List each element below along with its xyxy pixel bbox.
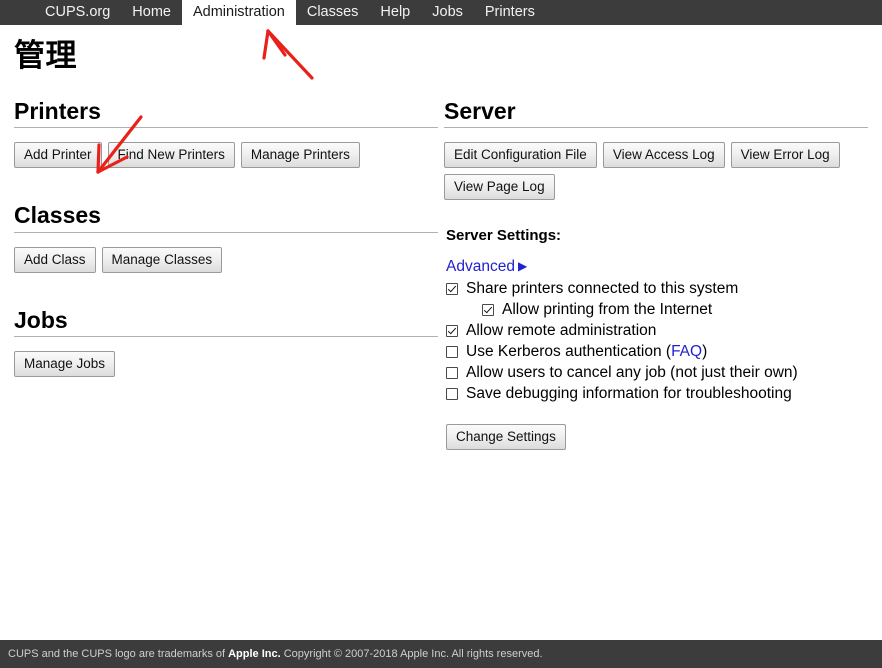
footer: CUPS and the CUPS logo are trademarks of…	[0, 640, 882, 668]
change-settings-row: Change Settings	[446, 424, 868, 451]
nav-item-classes[interactable]: Classes	[296, 0, 370, 25]
spacer-printers-classes	[14, 168, 438, 202]
nav-item-administration[interactable]: Administration	[181, 0, 296, 25]
setting-use-kerberos-suffix: )	[702, 343, 708, 361]
page-title: 管理	[14, 38, 77, 73]
setting-allow-remote-administration-label: Allow remote administration	[466, 322, 657, 340]
manage-classes-button[interactable]: Manage Classes	[101, 246, 223, 273]
setting-share-printers-label: Share printers connected to this system	[466, 280, 739, 298]
setting-use-kerberos-text: Use Kerberos authentication (	[466, 343, 672, 361]
nav-item-help[interactable]: Help	[369, 0, 421, 25]
spacer-server-settings	[444, 200, 868, 226]
checkbox-use-kerberos[interactable]	[446, 346, 458, 359]
jobs-button-row: Manage Jobs	[14, 351, 438, 378]
right-column: Server Edit Configuration File View Acce…	[444, 97, 868, 451]
chevron-right-icon[interactable]: ▶	[518, 259, 527, 273]
main-navigation: CUPS.org Home Administration Classes Hel…	[0, 0, 882, 25]
advanced-link[interactable]: Advanced	[446, 258, 515, 276]
add-printer-button[interactable]: Add Printer	[14, 142, 102, 169]
nav-item-jobs[interactable]: Jobs	[421, 0, 474, 25]
checkbox-allow-remote-administration[interactable]	[446, 325, 458, 338]
classes-divider	[14, 231, 438, 233]
setting-allow-cancel-any-job-label: Allow users to cancel any job (not just …	[466, 364, 798, 382]
setting-allow-remote-administration[interactable]: Allow remote administration	[444, 321, 868, 341]
setting-use-kerberos-label: Use Kerberos authentication (FAQ)	[466, 342, 707, 362]
edit-configuration-file-button[interactable]: Edit Configuration File	[444, 142, 597, 169]
classes-section-heading: Classes	[14, 202, 101, 229]
manage-printers-button[interactable]: Manage Printers	[240, 142, 360, 169]
manage-jobs-button[interactable]: Manage Jobs	[14, 351, 116, 378]
printers-divider	[14, 127, 438, 129]
jobs-section-heading: Jobs	[14, 306, 68, 333]
server-settings-checkbox-list: Share printers connected to this system …	[444, 279, 868, 404]
setting-save-debugging-info-label: Save debugging information for troublesh…	[466, 385, 792, 403]
view-access-log-button[interactable]: View Access Log	[602, 142, 725, 169]
setting-share-printers[interactable]: Share printers connected to this system	[444, 279, 868, 299]
setting-use-kerberos[interactable]: Use Kerberos authentication (FAQ)	[444, 342, 868, 362]
checkbox-save-debugging-info[interactable]	[446, 388, 458, 401]
server-divider	[444, 127, 868, 129]
server-button-row: Edit Configuration File View Access Log …	[444, 142, 868, 201]
spacer-classes-jobs	[14, 273, 438, 307]
checkbox-allow-cancel-any-job[interactable]	[446, 367, 458, 380]
jobs-divider	[14, 336, 438, 338]
nav-item-home[interactable]: Home	[121, 0, 182, 25]
server-section-heading: Server	[444, 97, 516, 124]
printers-button-row: Add Printer Find New Printers Manage Pri…	[14, 142, 438, 169]
view-page-log-button[interactable]: View Page Log	[444, 174, 555, 201]
checkbox-allow-internet-printing[interactable]	[482, 304, 494, 317]
nav-item-printers[interactable]: Printers	[474, 0, 546, 25]
setting-allow-internet-printing-label: Allow printing from the Internet	[502, 301, 713, 319]
checkbox-share-printers[interactable]	[446, 283, 458, 296]
printers-section-heading: Printers	[14, 97, 101, 124]
classes-button-row: Add Class Manage Classes	[14, 246, 438, 273]
change-settings-button[interactable]: Change Settings	[446, 424, 566, 451]
setting-save-debugging-info[interactable]: Save debugging information for troublesh…	[444, 384, 868, 404]
main-content: Printers Add Printer Find New Printers M…	[0, 97, 882, 451]
advanced-toggle-row: Advanced ▶	[444, 258, 868, 276]
footer-apple-inc: Apple Inc.	[228, 648, 281, 660]
footer-prefix: CUPS and the CUPS logo are trademarks of	[8, 648, 229, 660]
find-new-printers-button[interactable]: Find New Printers	[107, 142, 235, 169]
view-error-log-button[interactable]: View Error Log	[730, 142, 840, 169]
footer-suffix: Copyright © 2007-2018 Apple Inc. All rig…	[280, 648, 543, 660]
setting-allow-cancel-any-job[interactable]: Allow users to cancel any job (not just …	[444, 363, 868, 383]
nav-item-cups-org[interactable]: CUPS.org	[34, 0, 121, 25]
faq-link[interactable]: FAQ	[671, 343, 702, 360]
left-column: Printers Add Printer Find New Printers M…	[14, 98, 438, 450]
add-class-button[interactable]: Add Class	[14, 246, 96, 273]
server-settings-title: Server Settings:	[446, 227, 562, 245]
setting-allow-internet-printing[interactable]: Allow printing from the Internet	[480, 300, 868, 320]
